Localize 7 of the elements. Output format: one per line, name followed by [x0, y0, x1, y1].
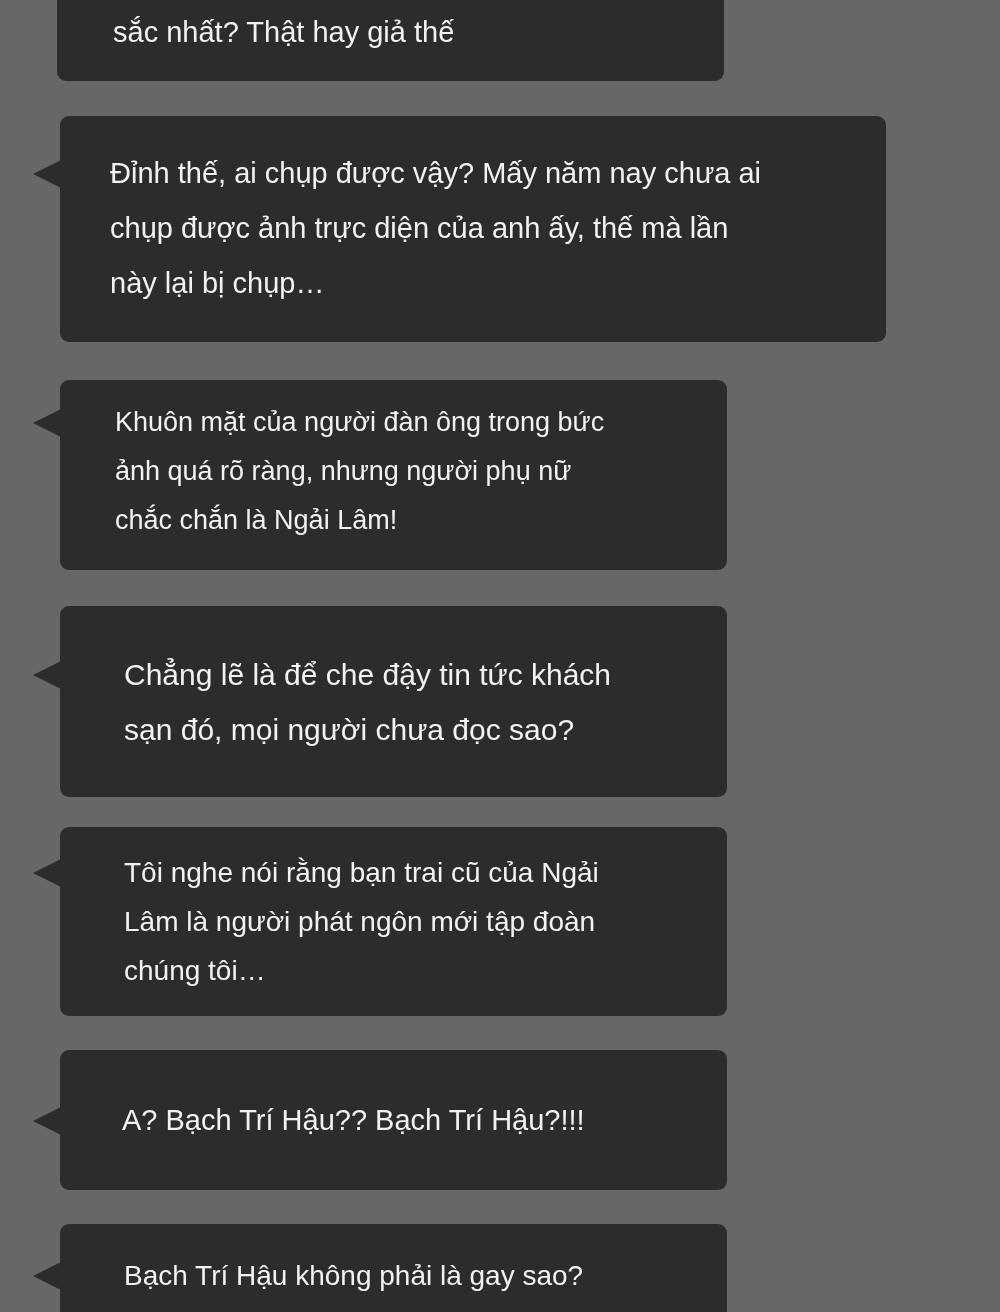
message-text: Khuôn mặt của người đàn ông trong bức ảnh quá rõ ràng, nhưng người phụ nữ chắc chắn là Ngải Lâm!: [115, 406, 606, 537]
message-text: Bạch Trí Hậu không phải là gay sao?: [124, 1259, 585, 1293]
message-text: A? Bạch Trí Hậu?? Bạch Trí Hậu?!!!: [122, 1103, 586, 1138]
message-text: Đỉnh thế, ai chụp được vậy? Mấy năm nay chưa ai chụp được ảnh trực diện của anh ấy, thế mà lần này lại bị chụp…: [110, 156, 763, 301]
message-text: Chẳng lẽ là để che đậy tin tức khách sạn đó, mọi người chưa đọc sao?: [124, 657, 613, 748]
message-text: sắc nhất? Thật hay giả thế: [113, 15, 456, 50]
message-text: Tôi nghe nói rằng bạn trai cũ của Ngải Lâm là người phát ngôn mới tập đoàn chúng tôi…: [124, 856, 600, 988]
